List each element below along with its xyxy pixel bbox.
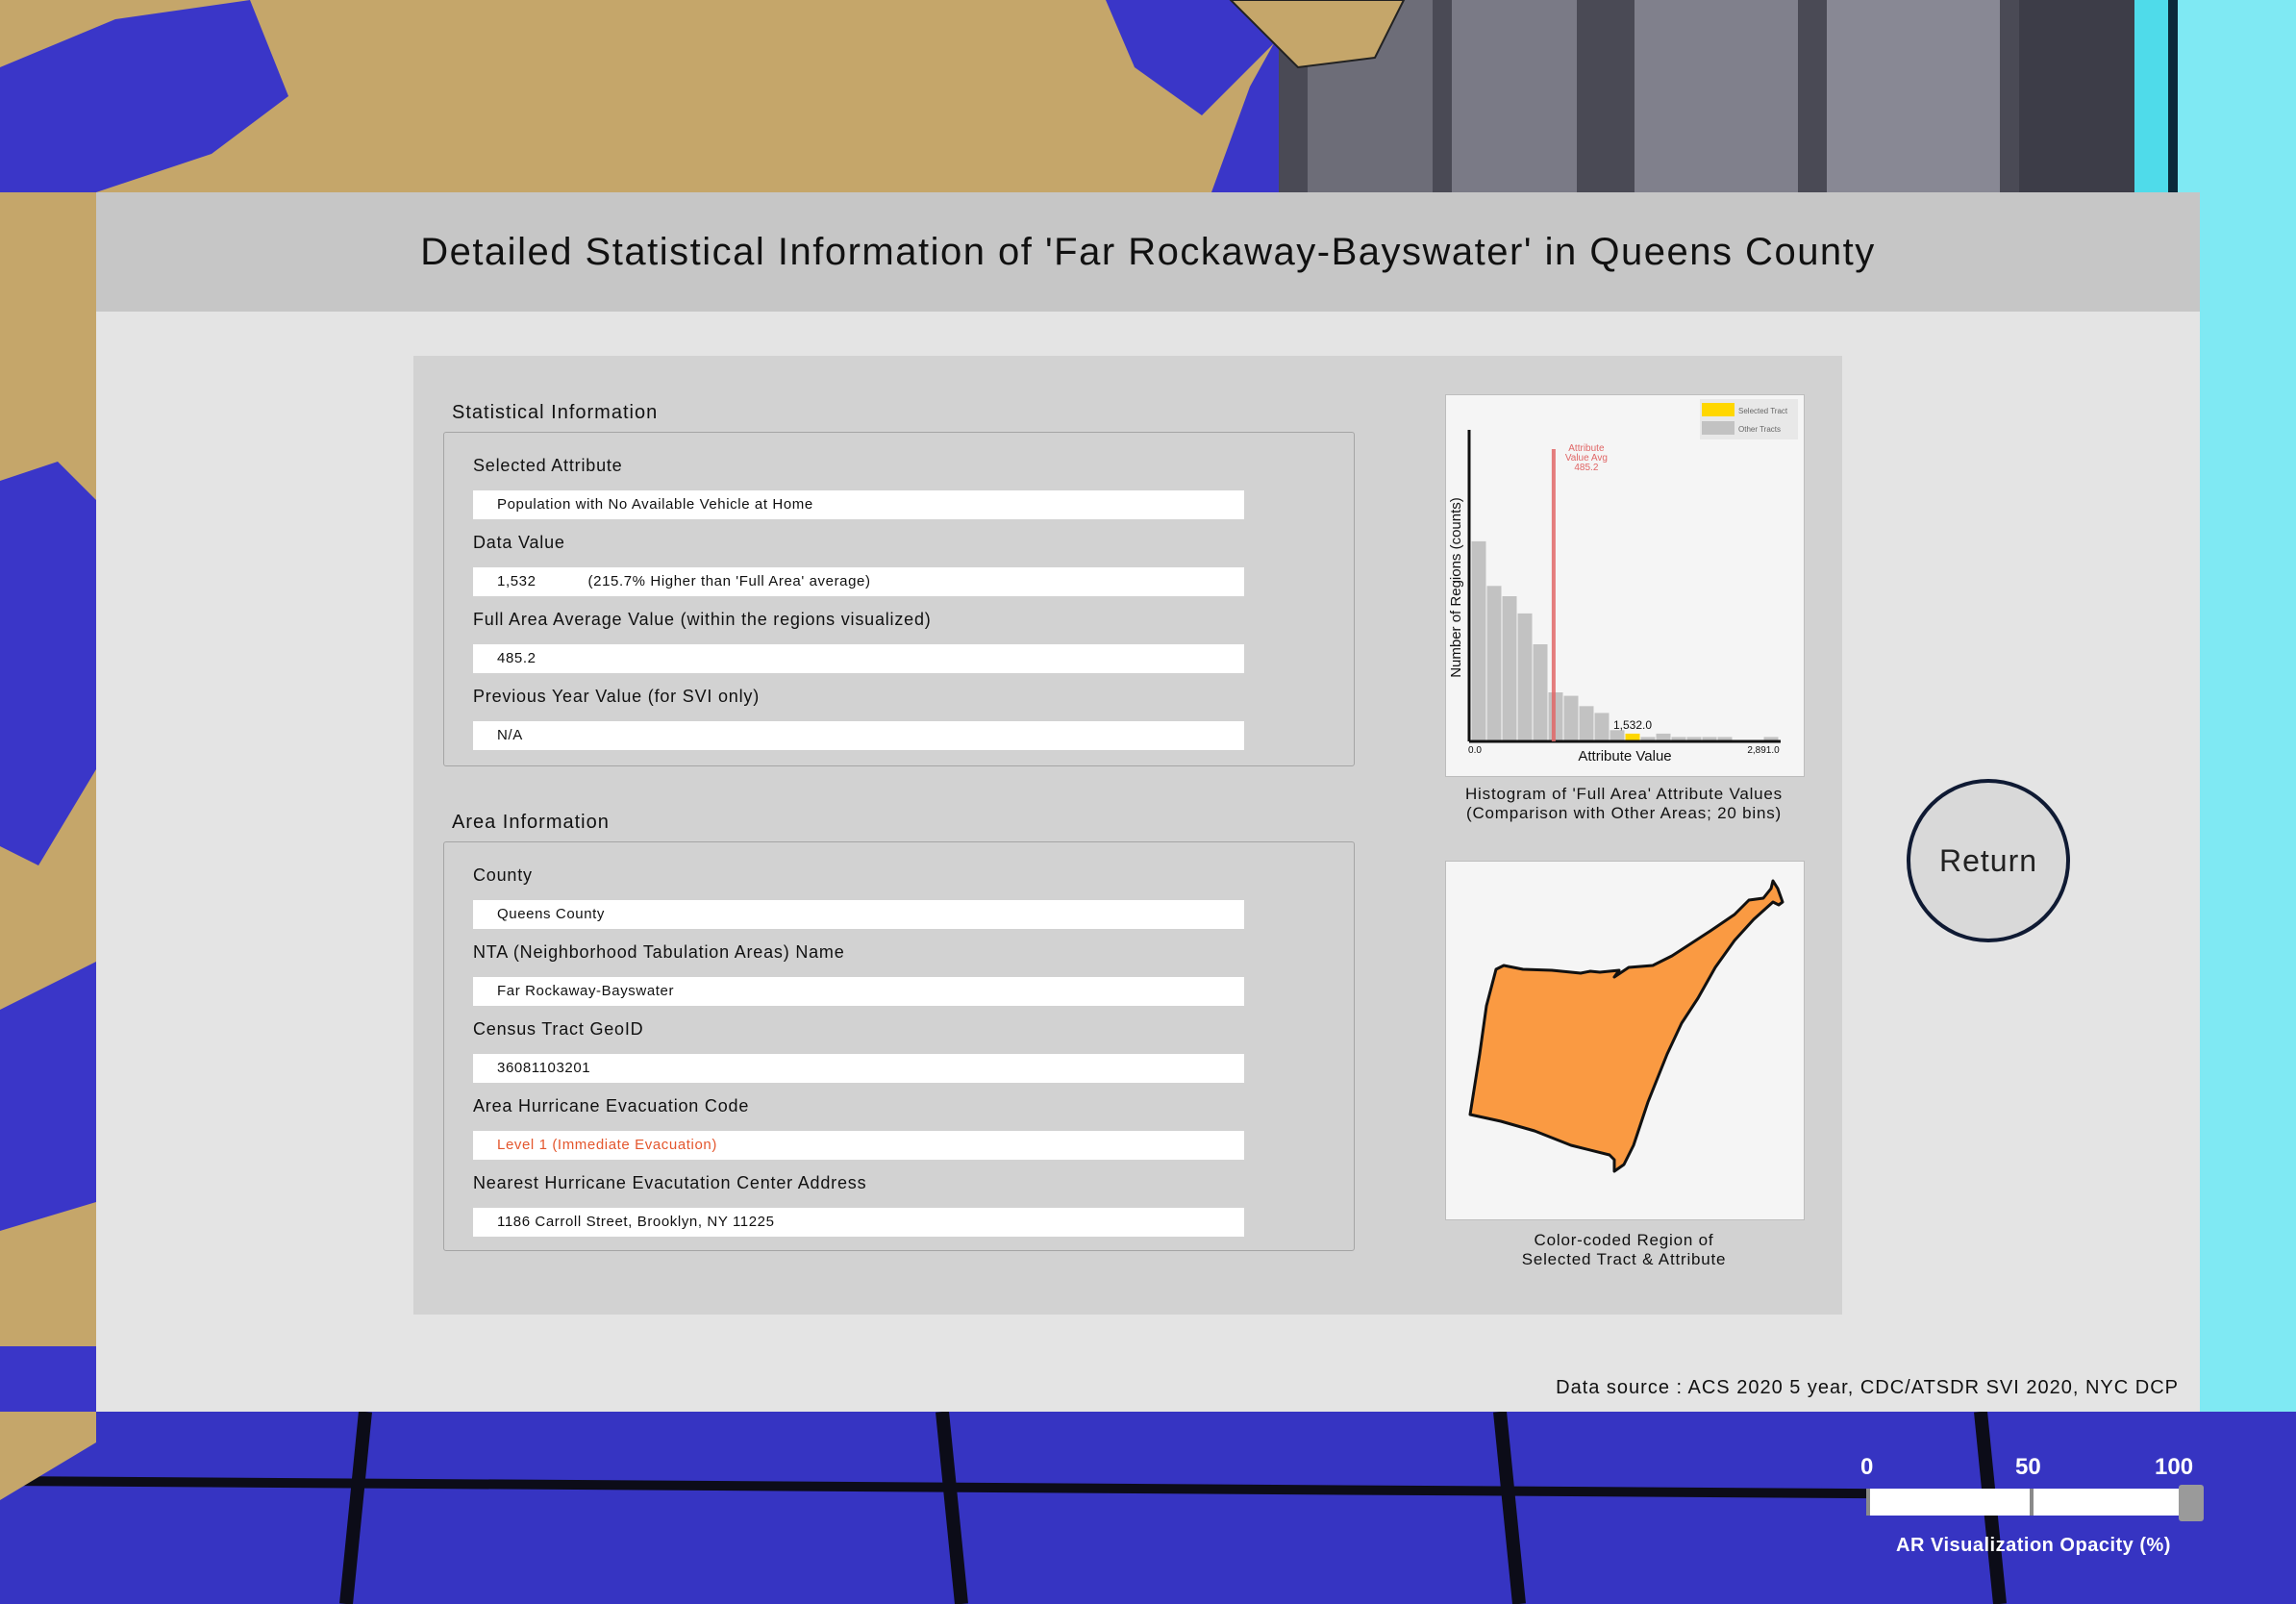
county-field[interactable]: Queens County — [473, 900, 1244, 929]
histogram-caption-line-2: (Comparison with Other Areas; 20 bins) — [1465, 804, 1783, 822]
slider-tick-0: 0 — [1860, 1454, 1874, 1480]
average-line — [1551, 449, 1556, 741]
area-info-legend: Area Information — [452, 812, 610, 833]
y-axis-label: Number of Regions (counts) — [1448, 497, 1464, 678]
map-caption-line-1: Color-coded Region of — [1534, 1231, 1714, 1249]
content-area: Statistical Information Selected Attribu… — [413, 356, 1842, 1315]
histogram-bar — [1763, 737, 1779, 740]
histogram-chart: Attribute Value Avg 485.2 1,532.0 0.0 2,… — [1448, 399, 1798, 764]
map-caption: Color-coded Region of Selected Tract & A… — [1445, 1231, 1803, 1269]
histogram-bar — [1686, 737, 1702, 740]
tract-map-card — [1445, 861, 1805, 1220]
histogram-bar — [1502, 596, 1517, 740]
histogram-bar — [1548, 692, 1563, 740]
selected-attribute-label: Selected Attribute — [473, 456, 623, 475]
histogram-bar — [1471, 540, 1486, 740]
legend-label-selected: Selected Tract — [1738, 407, 1788, 415]
histogram-caption: Histogram of 'Full Area' Attribute Value… — [1445, 785, 1803, 823]
slider-tick-100: 100 — [2155, 1454, 2194, 1480]
data-value-comparison: (215.7% Higher than 'Full Area' average) — [587, 573, 871, 589]
histogram-bar — [1563, 695, 1579, 740]
slider-thumb[interactable] — [2179, 1485, 2204, 1521]
statistical-info-legend: Statistical Information — [452, 402, 659, 423]
histogram-bar — [1579, 706, 1594, 740]
map-caption-line-2: Selected Tract & Attribute — [1521, 1250, 1727, 1268]
slider-caption: AR Visualization Opacity (%) — [1896, 1535, 2171, 1556]
previous-year-value: N/A — [497, 727, 523, 743]
dialog-header: Detailed Statistical Information of 'Far… — [96, 192, 2200, 312]
x-tick-min: 0.0 — [1468, 745, 1482, 756]
data-value-number: 1,532 — [497, 573, 537, 589]
evacuation-center-field[interactable]: 1186 Carroll Street, Brooklyn, NY 11225 — [473, 1208, 1244, 1237]
histogram-bar — [1702, 737, 1717, 740]
geoid-label: Census Tract GeoID — [473, 1019, 644, 1039]
histogram-bar-selected — [1625, 733, 1640, 740]
previous-year-label: Previous Year Value (for SVI only) — [473, 687, 761, 706]
evacuation-code-value: Level 1 (Immediate Evacuation) — [497, 1137, 717, 1153]
legend-label-other: Other Tracts — [1738, 425, 1781, 434]
average-value-label: Full Area Average Value (within the regi… — [473, 610, 932, 629]
selected-attribute-value: Population with No Available Vehicle at … — [497, 496, 813, 513]
county-label: County — [473, 865, 533, 885]
slider-track[interactable] — [1866, 1489, 2184, 1516]
histogram-bar — [1517, 613, 1533, 740]
histogram-card: Attribute Value Avg 485.2 1,532.0 0.0 2,… — [1445, 394, 1805, 777]
geoid-field[interactable]: 36081103201 — [473, 1054, 1244, 1083]
selected-value-label: 1,532.0 — [1613, 718, 1652, 732]
legend-swatch-selected — [1702, 403, 1734, 416]
average-value: 485.2 — [497, 650, 537, 666]
slider-notch-50 — [2030, 1489, 2034, 1516]
geoid-value: 36081103201 — [497, 1060, 591, 1076]
histogram-bar — [1656, 733, 1671, 740]
evacuation-code-label: Area Hurricane Evacuation Code — [473, 1096, 750, 1115]
data-value-label: Data Value — [473, 533, 565, 552]
slider-tick-50: 50 — [2015, 1454, 2041, 1480]
histogram-bar — [1671, 737, 1686, 740]
area-info-group: County Queens County NTA (Neighborhood T… — [443, 841, 1355, 1251]
evacuation-code-field[interactable]: Level 1 (Immediate Evacuation) — [473, 1131, 1244, 1160]
nta-name-label: NTA (Neighborhood Tabulation Areas) Name — [473, 942, 845, 962]
slider-notch-0 — [1866, 1489, 1870, 1516]
dialog-title: Detailed Statistical Information of 'Far… — [420, 230, 1876, 273]
county-value: Queens County — [497, 906, 606, 922]
statistics-dialog: Detailed Statistical Information of 'Far… — [96, 192, 2200, 1412]
legend-swatch-other — [1702, 421, 1734, 435]
evacuation-center-label: Nearest Hurricane Evacutation Center Add… — [473, 1173, 867, 1192]
tract-region-map — [1468, 879, 1784, 1173]
statistical-info-group: Selected Attribute Population with No Av… — [443, 432, 1355, 766]
histogram-bar — [1640, 737, 1656, 740]
return-button[interactable]: Return — [1907, 779, 2070, 942]
evacuation-center-value: 1186 Carroll Street, Brooklyn, NY 11225 — [497, 1214, 775, 1230]
nta-name-value: Far Rockaway-Bayswater — [497, 983, 675, 999]
x-tick-max: 2,891.0 — [1747, 745, 1780, 756]
chart-legend: Selected Tract Other Tracts — [1700, 399, 1798, 439]
return-button-label: Return — [1938, 842, 2038, 878]
average-label-line-3: 485.2 — [1574, 463, 1598, 473]
x-axis-label: Attribute Value — [1578, 748, 1671, 764]
histogram-caption-line-1: Histogram of 'Full Area' Attribute Value… — [1464, 785, 1783, 803]
histogram-bar — [1717, 737, 1733, 740]
histogram-bar — [1533, 644, 1548, 740]
selected-attribute-field[interactable]: Population with No Available Vehicle at … — [473, 490, 1244, 519]
opacity-slider[interactable]: 0 50 100 AR Visualization Opacity (%) — [1860, 1454, 2207, 1569]
data-source-note: Data source : ACS 2020 5 year, CDC/ATSDR… — [1556, 1377, 2179, 1398]
selected-tract-shape — [1468, 879, 1784, 1173]
average-value-field[interactable]: 485.2 — [473, 644, 1244, 673]
previous-year-field[interactable]: N/A — [473, 721, 1244, 750]
histogram-bar — [1594, 713, 1610, 740]
histogram-bar — [1486, 586, 1502, 740]
data-value-field[interactable]: 1,532 (215.7% Higher than 'Full Area' ave… — [473, 567, 1244, 596]
nta-name-field[interactable]: Far Rockaway-Bayswater — [473, 977, 1244, 1006]
